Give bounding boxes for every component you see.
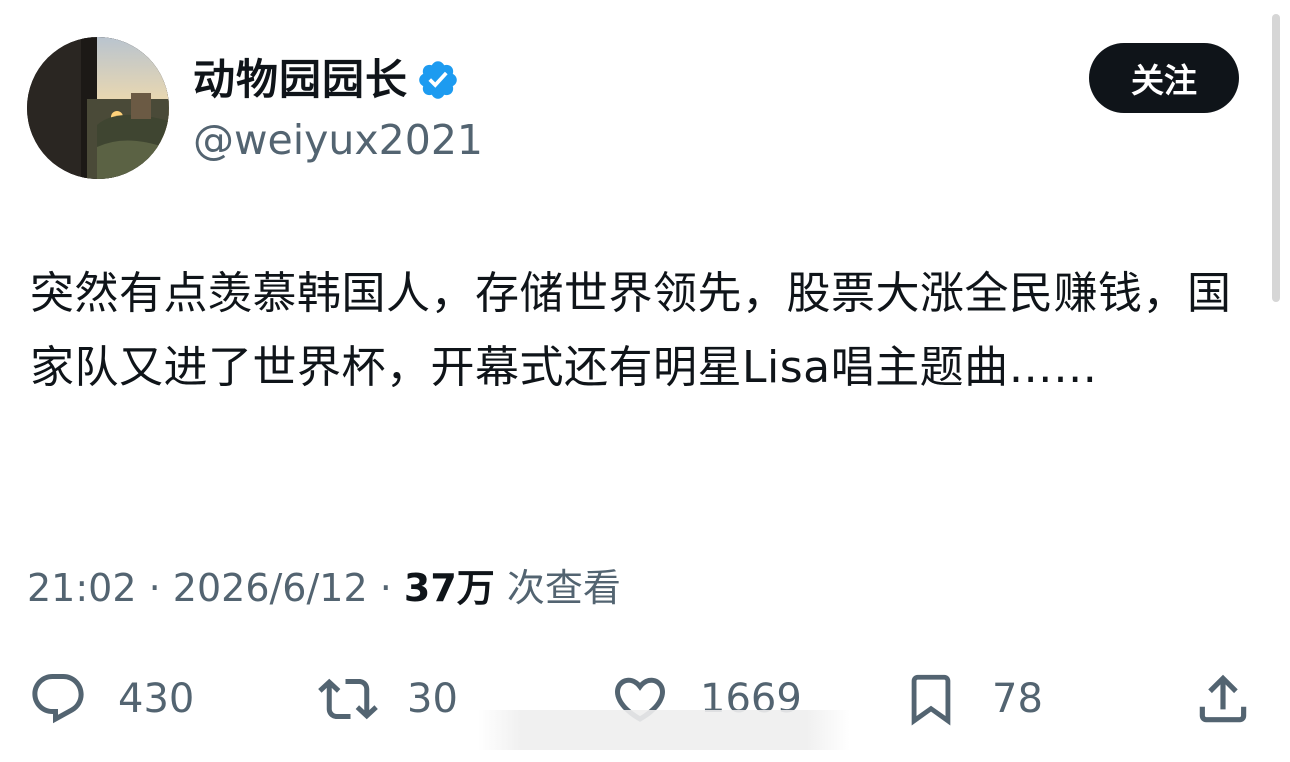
display-name-row: 动物园园长 bbox=[193, 52, 460, 108]
watermark-blur bbox=[478, 710, 850, 750]
views-label: 次查看 bbox=[506, 566, 621, 610]
reply-count: 430 bbox=[118, 676, 195, 722]
display-name[interactable]: 动物园园长 bbox=[193, 52, 408, 108]
tweet-date[interactable]: 2026/6/12 bbox=[173, 566, 368, 610]
tweet-text: 突然有点羡慕韩国人，存储世界领先，股票大涨全民赚钱，国家队又进了世界杯，开幕式还… bbox=[30, 268, 1232, 393]
tweet-meta: 21:02 · 2026/6/12 · 37万 次查看 bbox=[27, 562, 621, 614]
bookmark-icon bbox=[902, 669, 960, 729]
retweet-icon bbox=[315, 669, 381, 729]
bookmark-count: 78 bbox=[992, 676, 1043, 722]
verified-badge-icon bbox=[416, 58, 460, 102]
avatar[interactable] bbox=[27, 37, 169, 179]
tweet-card: 动物园园长 @weiyux2021 关注 突然有点羡慕韩国人，存储世界领先，股票… bbox=[0, 0, 1290, 762]
reply-button[interactable]: 430 bbox=[28, 664, 194, 734]
retweet-button[interactable]: 30 bbox=[315, 664, 458, 734]
user-handle[interactable]: @weiyux2021 bbox=[193, 114, 483, 166]
bookmark-button[interactable]: 78 bbox=[902, 664, 1043, 734]
views-count: 37万 bbox=[403, 566, 495, 610]
meta-separator: · bbox=[148, 566, 161, 610]
tweet-time[interactable]: 21:02 bbox=[27, 566, 137, 610]
reply-icon bbox=[28, 669, 88, 729]
scrollbar[interactable] bbox=[1272, 14, 1280, 302]
follow-button[interactable]: 关注 bbox=[1089, 43, 1239, 113]
share-icon bbox=[1192, 668, 1254, 730]
retweet-count: 30 bbox=[407, 676, 458, 722]
share-button[interactable] bbox=[1192, 664, 1254, 734]
meta-separator: · bbox=[379, 566, 392, 610]
